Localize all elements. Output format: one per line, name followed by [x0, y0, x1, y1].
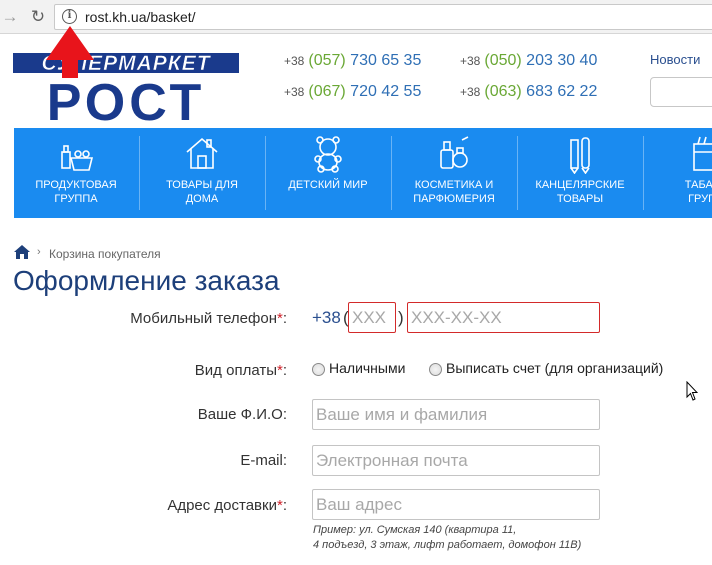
email-input[interactable]	[312, 445, 600, 476]
phone-prefix: +38	[312, 308, 341, 327]
house-icon	[186, 137, 218, 169]
perfume-icon	[440, 136, 469, 169]
info-icon[interactable]: i	[62, 9, 77, 24]
category-nav: ПРОДУКТОВАЯ ГРУППА ТОВАРЫ ДЛЯ ДОМА ДЕТСКИЙ…	[14, 128, 712, 218]
search-input[interactable]	[650, 77, 712, 107]
payment-label: Вид оплаты*:	[194, 362, 287, 379]
payment-invoice-label[interactable]: Выписать счет (для организаций)	[446, 360, 663, 376]
phone-label: Мобильный телефон*:	[130, 310, 287, 327]
breadcrumb-separator-icon: ›	[37, 246, 41, 258]
phone-number[interactable]: +38 (050) 203 30 40	[460, 52, 597, 70]
category-stationery[interactable]: КАНЦЕЛЯРСКИЕ ТОВАРЫ	[518, 128, 642, 218]
address-label: Адрес доставки*:	[167, 497, 287, 514]
teddy-bear-icon	[314, 136, 342, 173]
back-arrow-icon[interactable]: →	[0, 7, 20, 27]
pencils-icon	[570, 137, 590, 174]
category-home[interactable]: ТОВАРЫ ДЛЯ ДОМА	[140, 128, 264, 218]
payment-invoice-radio[interactable]	[429, 363, 442, 376]
breadcrumb-current: Корзина покупателя	[49, 247, 161, 261]
address-input[interactable]	[312, 489, 600, 520]
phone-number[interactable]: +38 (063) 683 62 22	[460, 83, 597, 101]
svg-text:РОСТ: РОСТ	[47, 74, 205, 122]
category-cosmetics[interactable]: КОСМЕТИКА И ПАРФЮМЕРИЯ	[392, 128, 516, 218]
cigarettes-icon	[693, 136, 712, 171]
address-hint: Пример: ул. Сумская 140 (квартира 11, 4 …	[313, 524, 582, 551]
address-bar[interactable]: i rost.kh.ua/basket/	[54, 4, 712, 30]
category-grocery[interactable]: ПРОДУКТОВАЯ ГРУППА	[14, 128, 138, 218]
name-input[interactable]	[312, 399, 600, 430]
phone-number[interactable]: +38 (067) 720 42 55	[284, 83, 421, 101]
name-label: Ваше Ф.И.О:	[197, 406, 287, 423]
close-paren: )	[398, 308, 404, 327]
url-text[interactable]: rost.kh.ua/basket/	[85, 9, 196, 25]
category-kids[interactable]: ДЕТСКИЙ МИР	[266, 128, 390, 218]
browser-toolbar: → ↻ i rost.kh.ua/basket/	[0, 0, 712, 34]
grocery-basket-icon	[61, 145, 94, 171]
phone-code-input[interactable]	[348, 302, 396, 333]
mouse-cursor-icon	[686, 381, 698, 401]
payment-cash-radio[interactable]	[312, 363, 325, 376]
phone-number[interactable]: +38 (057) 730 65 35	[284, 52, 421, 70]
phone-number-input[interactable]	[407, 302, 600, 333]
reload-icon[interactable]: ↻	[28, 7, 48, 27]
email-label: E-mail:	[240, 452, 287, 469]
news-link[interactable]: Новости	[650, 52, 700, 67]
home-icon[interactable]	[13, 244, 31, 260]
payment-cash-label[interactable]: Наличными	[329, 360, 405, 376]
annotation-arrow-icon	[46, 26, 94, 78]
page-title: Оформление заказа	[13, 265, 280, 296]
category-tobacco[interactable]: ТАБАЧНГРУПП	[644, 128, 712, 218]
